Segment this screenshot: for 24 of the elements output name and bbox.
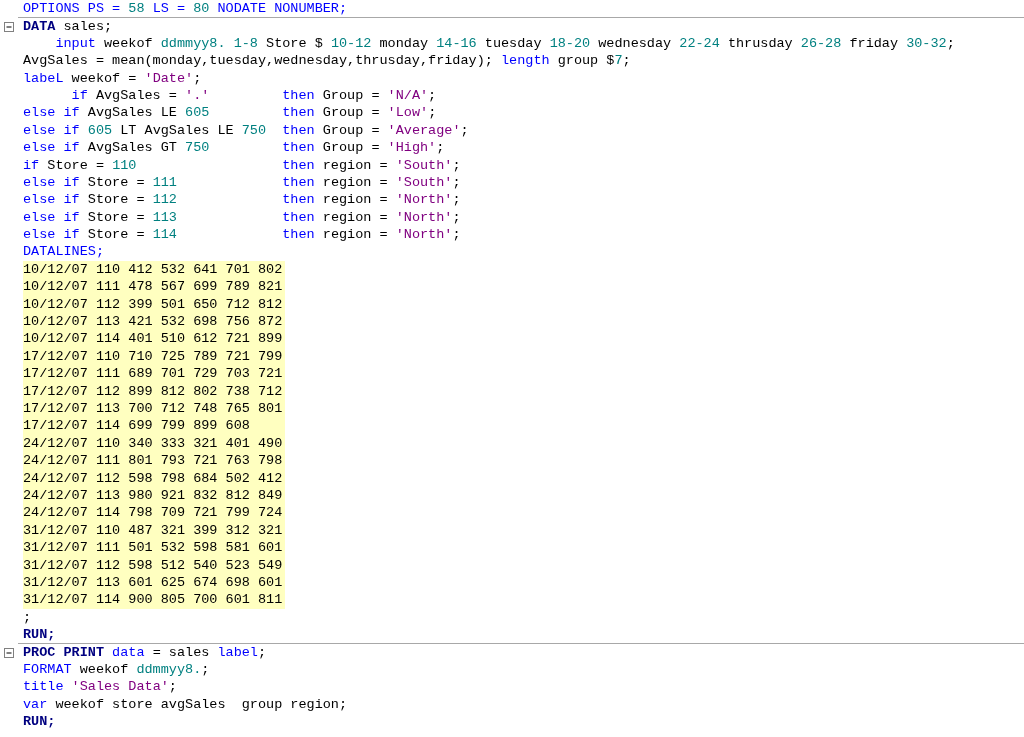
code-line: if AvgSales = '.' then Group = 'N/A'; bbox=[70, 86, 437, 105]
code-line: labeL weekof = 'Date'; bbox=[23, 69, 202, 87]
code-line: RUN; bbox=[23, 713, 56, 731]
code-line: input weekof ddmmyy8. 1-8 Store $ 10-12 monday 14-16 tuesday 18-20 wednesday 22-24 thrusday 26-28 friday 30-32; bbox=[54, 34, 955, 53]
collapse-icon[interactable] bbox=[4, 21, 14, 32]
code-line: DATA sales; bbox=[23, 17, 113, 36]
code-line: else if Store = 112 then region = 'North'; bbox=[23, 191, 461, 209]
code-line: else if Store = 113 then region = 'North'; bbox=[23, 208, 461, 227]
code-line: AvgSales = mean(monday,tuesday,wednesday,thrusday,friday); length group $7; bbox=[23, 52, 631, 70]
code-line: PROC PRINT data = sales label; bbox=[23, 643, 267, 662]
code-line: ; bbox=[23, 608, 32, 627]
code-line: else if Store = 114 then region = 'North'; bbox=[23, 226, 461, 244]
collapse-icon[interactable] bbox=[4, 647, 14, 658]
code-line: else if AvgSales GT 750 then Group = 'High'; bbox=[23, 139, 445, 157]
code-line: var weekof store avgSales group region; bbox=[23, 695, 348, 714]
code-line: DATALINES; bbox=[23, 243, 104, 261]
code-line: OPTIONS PS = 58 LS = 80 NODATE NONUMBER; bbox=[23, 0, 348, 18]
code-line: else if Store = 111 then region = 'South'; bbox=[23, 173, 461, 192]
code-line: RUN; bbox=[23, 626, 56, 644]
code-line: else if AvgSales LE 605 then Group = 'Low'; bbox=[23, 104, 437, 122]
code-line: if Store = 110 then region = 'South'; bbox=[23, 156, 461, 174]
code-line: FORMAT weekof ddmmyy8.; bbox=[23, 660, 210, 679]
code-line: title 'Sales Data'; bbox=[23, 678, 177, 696]
code-line: else if 605 LT AvgSales LE 750 then Group = 'Average'; bbox=[23, 121, 469, 140]
